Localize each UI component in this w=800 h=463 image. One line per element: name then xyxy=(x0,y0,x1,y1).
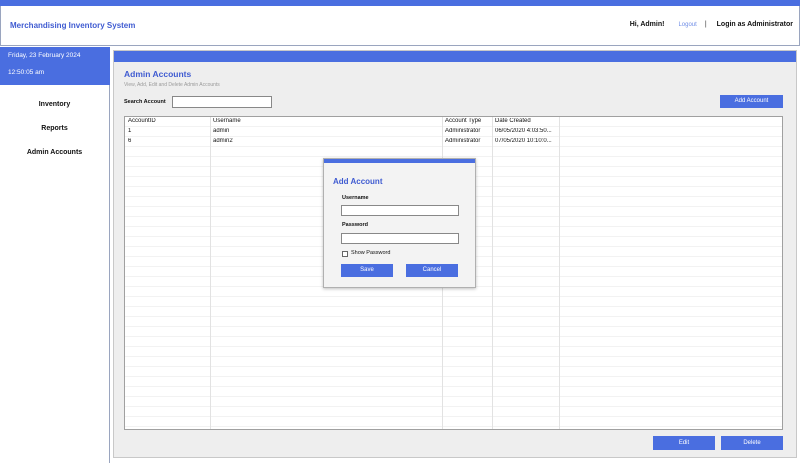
table-header-row: AccountID Username Account Type Date Cre… xyxy=(125,117,782,127)
add-account-button[interactable]: Add Account xyxy=(720,95,783,108)
password-field[interactable] xyxy=(341,233,459,244)
column-divider xyxy=(210,117,211,429)
page-title: Admin Accounts xyxy=(124,69,192,79)
main-accent-bar xyxy=(114,51,796,62)
sidebar-clock-panel: Friday, 23 February 2024 12:50:05 am xyxy=(0,47,110,85)
sidebar-item-reports[interactable]: Reports xyxy=(0,125,109,132)
username-label: Username xyxy=(342,195,369,201)
column-divider xyxy=(559,117,560,429)
cell-username: admin xyxy=(213,128,230,134)
column-header-date-created[interactable]: Date Created xyxy=(495,118,559,124)
sidebar: Friday, 23 February 2024 12:50:05 am Inv… xyxy=(0,47,110,463)
current-date: Friday, 23 February 2024 xyxy=(8,52,81,59)
cell-accountid: 6 xyxy=(128,138,132,144)
sidebar-item-inventory[interactable]: Inventory xyxy=(0,101,109,108)
current-time: 12:50:05 am xyxy=(8,69,45,76)
cell-date-created: 07/05/2020 10:10:0... xyxy=(495,138,552,144)
column-header-account-type[interactable]: Account Type xyxy=(445,118,492,124)
search-label: Search Account xyxy=(124,99,166,105)
cell-account-type: Administrator xyxy=(445,138,481,144)
show-password-label[interactable]: Show Password xyxy=(351,250,390,256)
add-account-dialog: Add Account Username Password Show Passw… xyxy=(323,158,476,288)
search-input[interactable] xyxy=(172,96,272,108)
table-row[interactable]: 6 admin2 Administrator 07/05/2020 10:10:… xyxy=(125,137,782,147)
sidebar-item-admin-accounts[interactable]: Admin Accounts xyxy=(0,149,109,156)
cell-account-type: Administrator xyxy=(445,128,481,134)
edit-button[interactable]: Edit xyxy=(653,436,715,450)
cell-username: admin2 xyxy=(213,138,233,144)
dialog-accent-bar xyxy=(324,159,475,163)
login-role-label: Login as Administrator xyxy=(716,21,793,28)
cell-accountid: 1 xyxy=(128,128,132,134)
logout-link[interactable]: Logout xyxy=(678,22,696,28)
cancel-button[interactable]: Cancel xyxy=(406,264,458,277)
header-separator: | xyxy=(704,21,707,28)
save-button[interactable]: Save xyxy=(341,264,393,277)
cell-date-created: 06/05/2020 4:03:50... xyxy=(495,128,552,134)
password-label: Password xyxy=(342,222,368,228)
table-row[interactable]: 1 admin Administrator 06/05/2020 4:03:50… xyxy=(125,127,782,137)
app-title: Merchandising Inventory System xyxy=(10,21,136,30)
column-header-username[interactable]: Username xyxy=(213,118,438,124)
user-greeting: Hi, Admin! xyxy=(629,21,665,28)
column-divider xyxy=(492,117,493,429)
username-field[interactable] xyxy=(341,205,459,216)
app-header: Merchandising Inventory System Hi, Admin… xyxy=(0,6,800,46)
header-user-area: Hi, Admin! Logout | Login as Administrat… xyxy=(630,21,793,28)
delete-button[interactable]: Delete xyxy=(721,436,783,450)
page-subtitle: View, Add, Edit and Delete Admin Account… xyxy=(124,82,220,88)
show-password-checkbox[interactable] xyxy=(342,251,348,257)
column-header-accountid[interactable]: AccountID xyxy=(128,118,208,124)
dialog-title: Add Account xyxy=(333,177,383,186)
